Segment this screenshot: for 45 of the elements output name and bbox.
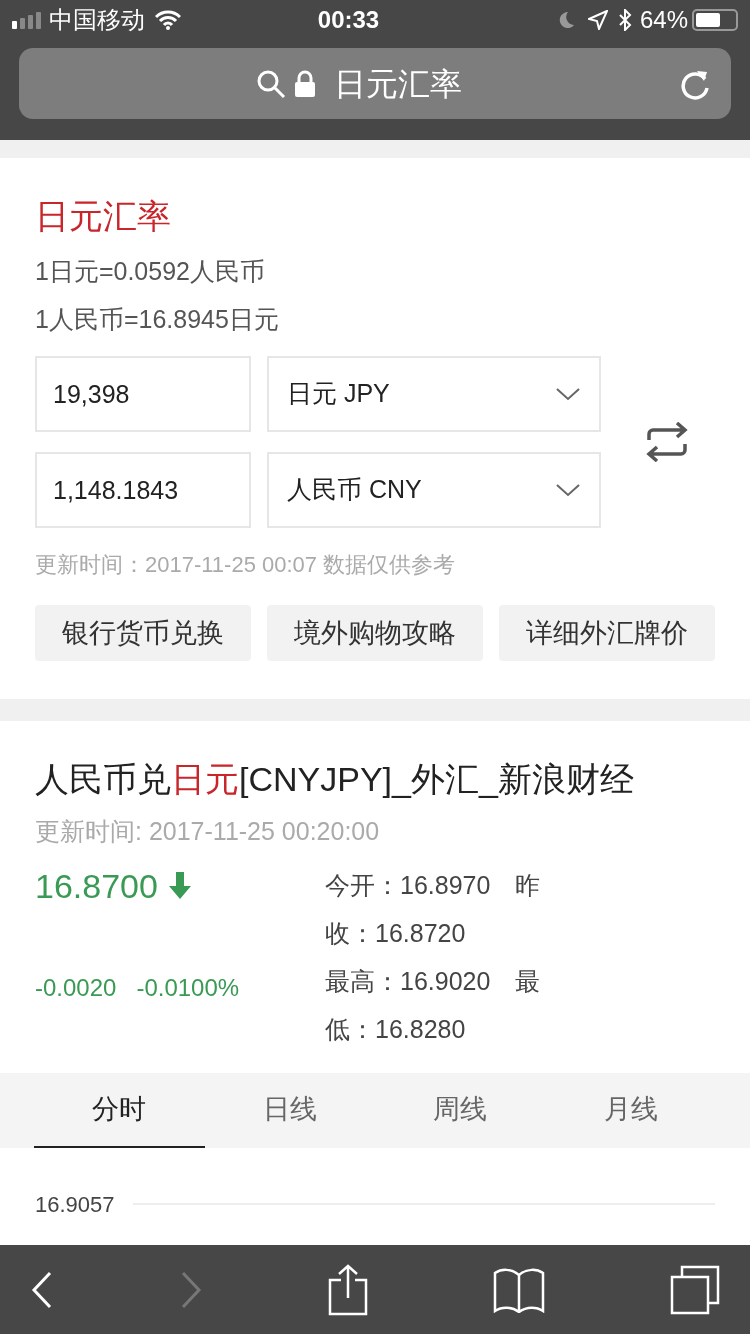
stat-text: 低：16.8280 bbox=[325, 1013, 467, 1045]
amount-field[interactable]: 19,398 bbox=[35, 356, 251, 432]
current-price: 16.8700 bbox=[35, 865, 158, 907]
chevron-down-icon bbox=[555, 482, 581, 498]
currency-select[interactable]: 日元 JPY bbox=[267, 356, 601, 432]
amount-field[interactable]: 1,148.1843 bbox=[35, 452, 251, 528]
link-button[interactable]: 银行货币兑换 bbox=[35, 605, 251, 661]
carrier-name: 中国移动 bbox=[49, 5, 145, 35]
chart-tab[interactable]: 月线 bbox=[545, 1072, 716, 1148]
arrow-down-icon bbox=[167, 872, 192, 900]
stat-text: 收：16.8720 bbox=[325, 917, 467, 949]
chart-tab[interactable]: 周线 bbox=[375, 1072, 546, 1148]
swap-icon[interactable] bbox=[645, 422, 689, 462]
tabs-icon[interactable] bbox=[670, 1264, 720, 1315]
update-note: 更新时间：2017-11-25 00:07 数据仅供参考 bbox=[35, 551, 457, 579]
price-change: -0.0020 bbox=[35, 972, 117, 1003]
book-icon[interactable] bbox=[493, 1266, 545, 1313]
quote-title: 人民币兑日元[CNYJPY]_外汇_新浪财经 bbox=[35, 759, 635, 800]
bluetooth-icon bbox=[617, 9, 632, 31]
section-title: 日元汇率 bbox=[35, 196, 172, 237]
page-title: 日元汇率 bbox=[334, 64, 462, 104]
lock-icon bbox=[294, 69, 316, 98]
update-time: 更新时间: 2017-11-25 00:20:00 bbox=[35, 816, 381, 847]
share-icon[interactable] bbox=[328, 1263, 368, 1316]
chart-tab[interactable]: 日线 bbox=[204, 1072, 375, 1148]
back-icon[interactable] bbox=[30, 1269, 54, 1310]
battery-percent: 64% bbox=[639, 5, 688, 35]
axis-label: 16.9057 bbox=[35, 1190, 115, 1219]
stat-text: 今开：16.8970 昨 bbox=[325, 869, 541, 901]
chart-tab[interactable]: 分时 bbox=[34, 1072, 205, 1148]
search-icon bbox=[256, 68, 286, 99]
clock-time: 00:33 bbox=[316, 5, 381, 35]
chevron-down-icon bbox=[555, 386, 581, 402]
stat-text: 最高：16.9020 最 bbox=[325, 965, 541, 997]
currency-select[interactable]: 人民币 CNY bbox=[267, 452, 601, 528]
address-bar[interactable]: 日元汇率 bbox=[19, 48, 731, 119]
location-icon bbox=[587, 10, 608, 30]
rate-text: 1日元=0.0592人民币 bbox=[35, 256, 266, 287]
wifi-icon bbox=[155, 10, 181, 30]
percent-change: -0.0100% bbox=[136, 972, 240, 1003]
rate-text: 1人民币=16.8945日元 bbox=[35, 304, 280, 335]
link-button[interactable]: 详细外汇牌价 bbox=[499, 605, 715, 661]
signal-icon bbox=[12, 11, 41, 29]
battery-icon bbox=[692, 9, 738, 31]
link-button[interactable]: 境外购物攻略 bbox=[267, 605, 483, 661]
